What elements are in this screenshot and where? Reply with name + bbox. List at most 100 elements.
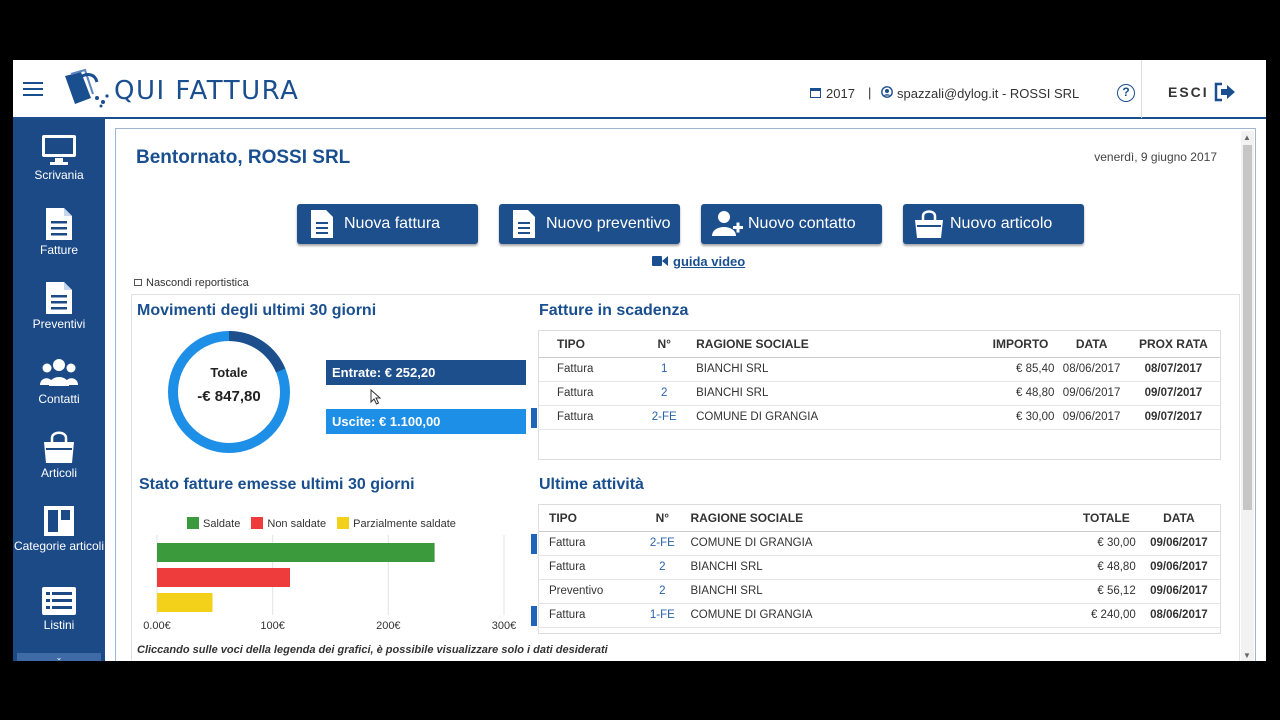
recent-activity-table: TIPO N° RAGIONE SOCIALE TOTALE DATA Fatt… — [530, 504, 1221, 634]
cell-number: 2-FE — [638, 405, 691, 430]
column-header: TIPO — [539, 331, 639, 358]
cell-type: Fattura — [530, 531, 641, 556]
sidebar-item-label: Categorie articoli — [13, 539, 105, 553]
x-tick-label: 300€ — [492, 620, 516, 632]
sidebar-item-preventivi[interactable]: Preventivi — [13, 281, 105, 330]
sidebar-item-scrivania[interactable]: Scrivania — [13, 134, 105, 181]
sidebar-item-articoli[interactable]: Articoli — [13, 430, 105, 479]
hide-reports-toggle[interactable]: Nascondi reportistica — [134, 277, 249, 289]
sidebar-item-listini[interactable]: Listini — [13, 586, 105, 631]
new-contact-button[interactable]: Nuovo contatto — [701, 204, 882, 244]
legend-item-non-saldate[interactable]: Non saldate — [251, 517, 326, 530]
table-row[interactable]: Fattura 2 BIANCHI SRL € 48,80 09/06/2017 — [539, 555, 1220, 580]
sidebar-scroll-chevron-icon[interactable]: ⌄ — [17, 653, 101, 661]
legend-label: Non saldate — [267, 518, 327, 530]
video-camera-icon — [652, 256, 668, 266]
cell-type: Fattura — [539, 381, 639, 406]
column-header: DATA — [1137, 505, 1220, 532]
sidebar-item-label: Preventivi — [32, 317, 86, 331]
sidebar-item-fatture[interactable]: Fatture — [13, 207, 105, 256]
sidebar-item-contatti[interactable]: Contatti — [13, 356, 105, 405]
cell-date: 09/06/2017 — [1056, 381, 1127, 406]
hide-reports-label: Nascondi reportistica — [146, 277, 249, 289]
new-quote-button[interactable]: Nuovo preventivo — [499, 204, 680, 244]
reports-panel: Movimenti degli ultimi 30 giorni Totale … — [131, 294, 1240, 661]
brand-name: QUI FATTURA — [114, 76, 300, 106]
chart-legend: Saldate Non saldate Parzialmente saldate — [187, 517, 464, 530]
bar-parzialmente-saldate[interactable] — [157, 593, 213, 612]
year-selector[interactable]: 2017 — [826, 86, 855, 101]
new-invoice-button[interactable]: Nuova fattura — [297, 204, 478, 244]
logout-button[interactable]: ESCI — [1168, 84, 1209, 100]
cell-type: Preventivo — [539, 579, 641, 604]
legend-item-saldate[interactable]: Saldate — [187, 517, 240, 530]
help-icon[interactable]: ? — [1117, 84, 1135, 102]
header-divider — [1141, 60, 1142, 118]
legend-label: Saldate — [203, 518, 241, 530]
button-label: Nuovo preventivo — [546, 215, 671, 232]
table-row[interactable]: Preventivo 2 BIANCHI SRL € 56,12 09/06/2017 — [539, 579, 1220, 604]
button-label: Nuovo contatto — [748, 215, 856, 232]
cell-date: 09/06/2017 — [1056, 405, 1127, 430]
video-guide-link[interactable]: guida video — [673, 254, 745, 269]
chart-hint-text: Cliccando sulle voci della legenda dei g… — [137, 644, 608, 656]
cell-total: € 30,00 — [1032, 531, 1138, 556]
cell-company: BIANCHI SRL — [690, 357, 991, 382]
cell-date: 08/06/2017 — [1056, 357, 1127, 382]
sidebar-item-label: Contatti — [38, 392, 80, 406]
table-row[interactable]: Fattura 2-FE COMUNE DI GRANGIA € 30,00 09/06… — [530, 405, 1220, 430]
table-row[interactable]: Fattura 2 BIANCHI SRL € 48,80 09/06/2017 09/0… — [539, 381, 1220, 406]
column-header: N° — [640, 505, 685, 532]
table-row[interactable]: Fattura 2-FE COMUNE DI GRANGIA € 30,00 09/06… — [530, 531, 1220, 556]
app-window: QUI FATTURA 2017 | spazzali@dylog.it - R… — [13, 60, 1266, 661]
hamburger-menu-icon[interactable] — [23, 82, 43, 98]
cell-amount: € 85,40 — [990, 357, 1057, 382]
cell-amount: € 48,80 — [990, 381, 1057, 406]
cell-type: Fattura — [539, 555, 641, 580]
logout-icon[interactable] — [1213, 82, 1237, 102]
button-label: Nuovo articolo — [950, 215, 1053, 232]
table-row[interactable]: Fattura 1-FE COMUNE DI GRANGIA € 240,00 08/0… — [530, 603, 1220, 628]
column-header: RAGIONE SOCIALE — [684, 505, 1033, 532]
cell-number: 2 — [640, 555, 685, 580]
header-separator: | — [868, 85, 872, 100]
bar-non-saldate[interactable] — [157, 568, 291, 587]
cell-next-installment: 09/07/2017 — [1126, 381, 1220, 406]
scroll-up-icon[interactable]: ▲ — [1243, 133, 1251, 142]
button-label: Nuova fattura — [344, 215, 441, 232]
cell-date: 09/06/2017 — [1137, 555, 1220, 580]
x-tick-label: 200€ — [376, 620, 400, 632]
user-account[interactable]: spazzali@dylog.it - ROSSI SRL — [897, 86, 1079, 101]
cell-date: 08/06/2017 — [1137, 603, 1220, 628]
cell-amount: € 30,00 — [990, 405, 1057, 430]
cell-company: COMUNE DI GRANGIA — [684, 603, 1033, 628]
expense-badge[interactable]: Uscite: € 1.100,00 — [326, 409, 526, 434]
income-badge[interactable]: Entrate: € 252,20 — [326, 360, 526, 385]
scroll-thumb[interactable] — [1243, 145, 1252, 510]
cell-next-installment: 09/07/2017 — [1126, 405, 1220, 430]
cell-company: BIANCHI SRL — [684, 579, 1033, 604]
monitor-icon — [42, 135, 76, 165]
recent-activity-title: Ultime attività — [539, 476, 644, 493]
document-icon — [311, 210, 333, 238]
add-user-icon — [712, 211, 743, 236]
cell-type: Fattura — [530, 603, 641, 628]
sidebar-item-label: Listini — [43, 618, 75, 632]
column-header: N° — [638, 331, 691, 358]
sidebar-item-label: Articoli — [40, 466, 77, 480]
legend-item-parzialmente-saldate[interactable]: Parzialmente saldate — [337, 517, 456, 530]
cell-company: COMUNE DI GRANGIA — [690, 405, 991, 430]
cell-next-installment: 08/07/2017 — [1126, 357, 1220, 382]
column-header: IMPORTO — [990, 331, 1057, 358]
bar-saldate[interactable] — [157, 543, 435, 562]
legend-swatch — [337, 517, 350, 529]
mouse-cursor-icon — [370, 389, 382, 405]
cell-type: Fattura — [539, 357, 639, 382]
table-row[interactable]: Fattura 1 BIANCHI SRL € 85,40 08/06/2017 08/0… — [539, 357, 1220, 382]
sidebar-item-categorie-articoli[interactable]: Categorie articoli — [13, 505, 105, 552]
page-scrollbar[interactable]: ▲ ▼ — [1241, 131, 1254, 661]
new-article-button[interactable]: Nuovo articolo — [903, 204, 1084, 244]
scroll-down-icon[interactable]: ▼ — [1243, 651, 1251, 660]
movements-title: Movimenti degli ultimi 30 giorni — [137, 302, 377, 319]
column-header: TIPO — [539, 505, 641, 532]
